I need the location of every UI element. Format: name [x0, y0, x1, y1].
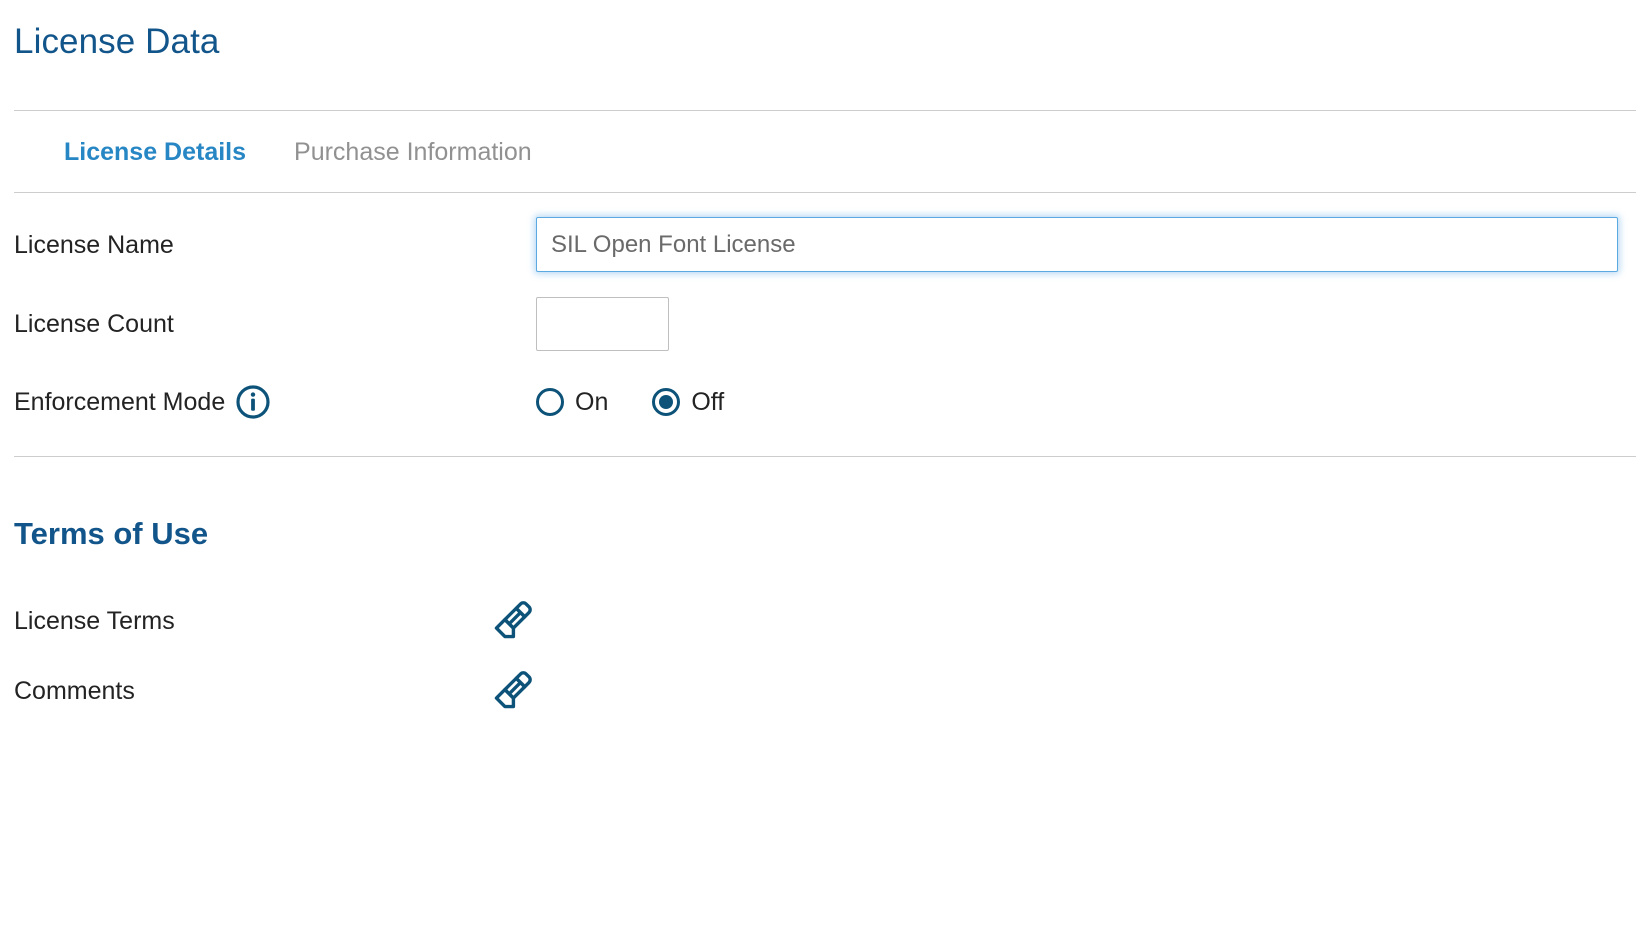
terms-of-use-block: License Terms Comments	[14, 553, 1636, 717]
label-comments: Comments	[14, 677, 135, 705]
license-name-input[interactable]	[536, 217, 1618, 272]
terms-of-use-title: Terms of Use	[14, 516, 209, 551]
terms-row-comments: Comments	[14, 665, 1636, 717]
radio-option-off[interactable]: Off	[652, 387, 724, 417]
tab-license-details[interactable]: License Details	[64, 137, 246, 167]
control-license-count	[536, 297, 1636, 351]
radio-label-on: On	[575, 388, 609, 416]
license-details-form: License Name License Count Enforcement M…	[14, 193, 1636, 456]
pencil-edit-icon	[486, 665, 538, 717]
label-license-count: License Count	[14, 310, 174, 338]
edit-license-terms-button[interactable]	[486, 595, 538, 647]
control-enforcement-mode: On Off	[536, 387, 1636, 417]
enforcement-mode-label-text: Enforcement Mode	[14, 388, 226, 416]
page-title: License Data	[14, 22, 220, 61]
form-row-license-name: License Name	[14, 217, 1636, 272]
label-license-terms: License Terms	[14, 607, 175, 635]
license-count-input[interactable]	[536, 297, 669, 351]
label-license-name: License Name	[14, 230, 174, 259]
edit-comments-button[interactable]	[486, 665, 538, 717]
enforcement-mode-radio-group: On Off	[536, 387, 724, 417]
label-enforcement-mode: Enforcement Mode	[14, 384, 536, 420]
license-data-page: License Data License Details Purchase In…	[0, 0, 1650, 946]
terms-row-license-terms: License Terms	[14, 595, 1636, 647]
pencil-edit-icon	[486, 595, 538, 647]
form-row-enforcement-mode: Enforcement Mode On Off	[14, 376, 1636, 428]
tab-bar: License Details Purchase Information	[14, 111, 1636, 192]
radio-label-off: Off	[691, 388, 725, 416]
form-row-license-count: License Count	[14, 297, 1636, 351]
radio-option-on[interactable]: On	[536, 387, 608, 417]
radio-mark-off[interactable]	[652, 388, 681, 416]
radio-mark-on[interactable]	[536, 388, 564, 416]
info-circle-icon[interactable]	[235, 384, 271, 420]
control-license-name	[536, 217, 1636, 272]
tab-purchase-information[interactable]: Purchase Information	[294, 137, 532, 167]
